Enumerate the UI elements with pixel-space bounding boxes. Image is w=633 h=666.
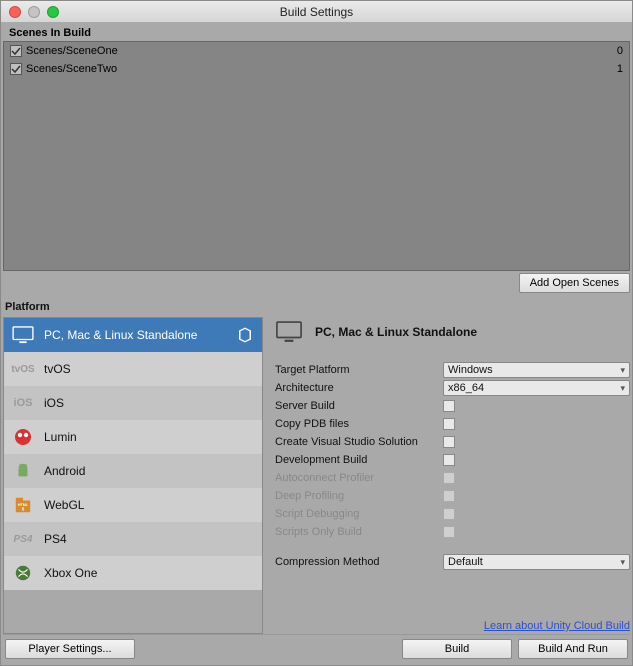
monitor-icon [275, 321, 303, 343]
xbox-icon [12, 564, 34, 582]
scene-name: Scenes/SceneTwo [26, 63, 117, 75]
dev-build-row: Development Build [275, 451, 630, 469]
create-vs-row: Create Visual Studio Solution [275, 433, 630, 451]
selected-platform-label: PC, Mac & Linux Standalone [315, 325, 477, 339]
deep-profiling-row: Deep Profiling [275, 487, 630, 505]
android-icon [12, 462, 34, 480]
titlebar: Build Settings [1, 1, 632, 23]
platforms-area: Platform PC, Mac & Linux Standalone tvOS… [3, 299, 630, 634]
server-build-row: Server Build [275, 397, 630, 415]
scenes-header: Scenes In Build [3, 23, 630, 41]
scripts-only-checkbox [443, 526, 455, 538]
deep-profiling-checkbox [443, 490, 455, 502]
platform-header: Platform [3, 299, 263, 317]
autoconnect-row: Autoconnect Profiler [275, 469, 630, 487]
maximize-icon[interactable] [47, 6, 59, 18]
close-icon[interactable] [9, 6, 21, 18]
script-debug-checkbox [443, 508, 455, 520]
cloud-build-link[interactable]: Learn about Unity Cloud Build [275, 614, 630, 634]
scene-index: 1 [617, 63, 623, 75]
build-settings-window: Build Settings Scenes In Build Scenes/Sc… [0, 0, 633, 666]
platform-label: iOS [44, 396, 254, 410]
monitor-icon [12, 326, 34, 344]
platform-label: PS4 [44, 532, 254, 546]
add-open-scenes-button[interactable]: Add Open Scenes [519, 273, 630, 293]
platform-item-lumin[interactable]: Lumin [4, 420, 262, 454]
content-area: Scenes In Build Scenes/SceneOne 0 Scenes… [1, 23, 632, 665]
lumin-icon [12, 428, 34, 446]
scene-index: 0 [617, 45, 623, 57]
platform-item-xbox[interactable]: Xbox One [4, 556, 262, 590]
compression-row: Compression Method Default [275, 553, 630, 571]
compression-dropdown[interactable]: Default [443, 554, 630, 570]
selected-platform-header: PC, Mac & Linux Standalone [275, 317, 630, 361]
copy-pdb-checkbox[interactable] [443, 418, 455, 430]
settings-column: PC, Mac & Linux Standalone Target Platfo… [275, 299, 630, 634]
platform-column: Platform PC, Mac & Linux Standalone tvOS… [3, 299, 263, 634]
build-button[interactable]: Build [402, 639, 512, 659]
tvos-icon: tvOS [12, 360, 34, 378]
dev-build-checkbox[interactable] [443, 454, 455, 466]
platform-label: tvOS [44, 362, 254, 376]
minimize-icon[interactable] [28, 6, 40, 18]
server-build-checkbox[interactable] [443, 400, 455, 412]
platform-label: Xbox One [44, 566, 254, 580]
window-title: Build Settings [1, 5, 632, 19]
target-platform-dropdown[interactable]: Windows [443, 362, 630, 378]
scripts-only-label: Scripts Only Build [275, 526, 443, 538]
platform-item-ios[interactable]: iOS iOS [4, 386, 262, 420]
script-debug-label: Script Debugging [275, 508, 443, 520]
architecture-dropdown[interactable]: x86_64 [443, 380, 630, 396]
ios-icon: iOS [12, 394, 34, 412]
platform-item-android[interactable]: Android [4, 454, 262, 488]
unity-icon [236, 326, 254, 344]
script-debug-row: Script Debugging [275, 505, 630, 523]
player-settings-button[interactable]: Player Settings... [5, 639, 135, 659]
platform-label: Lumin [44, 430, 254, 444]
target-platform-label: Target Platform [275, 364, 443, 376]
scenes-list[interactable]: Scenes/SceneOne 0 Scenes/SceneTwo 1 [3, 41, 630, 271]
checkbox-icon[interactable] [10, 63, 22, 75]
webgl-icon: HTML5 [12, 496, 34, 514]
autoconnect-label: Autoconnect Profiler [275, 472, 443, 484]
target-platform-row: Target Platform Windows [275, 361, 630, 379]
platform-label: WebGL [44, 498, 254, 512]
platform-list: PC, Mac & Linux Standalone tvOS tvOS iOS… [3, 317, 263, 634]
platform-item-pc[interactable]: PC, Mac & Linux Standalone [4, 318, 262, 352]
scene-name: Scenes/SceneOne [26, 45, 118, 57]
platform-item-tvos[interactable]: tvOS tvOS [4, 352, 262, 386]
dev-build-label: Development Build [275, 454, 443, 466]
scripts-only-row: Scripts Only Build [275, 523, 630, 541]
scene-row[interactable]: Scenes/SceneOne 0 [4, 42, 629, 60]
scene-row[interactable]: Scenes/SceneTwo 1 [4, 60, 629, 78]
architecture-row: Architecture x86_64 [275, 379, 630, 397]
copy-pdb-label: Copy PDB files [275, 418, 443, 430]
architecture-label: Architecture [275, 382, 443, 394]
create-vs-checkbox[interactable] [443, 436, 455, 448]
platform-item-webgl[interactable]: HTML5 WebGL [4, 488, 262, 522]
deep-profiling-label: Deep Profiling [275, 490, 443, 502]
checkbox-icon[interactable] [10, 45, 22, 57]
copy-pdb-row: Copy PDB files [275, 415, 630, 433]
window-controls [9, 6, 59, 18]
server-build-label: Server Build [275, 400, 443, 412]
platform-item-ps4[interactable]: PS4 PS4 [4, 522, 262, 556]
scenes-actions: Add Open Scenes [3, 271, 630, 299]
platform-label: PC, Mac & Linux Standalone [44, 328, 226, 342]
compression-label: Compression Method [275, 556, 443, 568]
build-and-run-button[interactable]: Build And Run [518, 639, 628, 659]
ps4-icon: PS4 [12, 530, 34, 548]
create-vs-label: Create Visual Studio Solution [275, 436, 443, 448]
footer: Player Settings... Build Build And Run [3, 634, 630, 663]
autoconnect-checkbox [443, 472, 455, 484]
platform-label: Android [44, 464, 254, 478]
